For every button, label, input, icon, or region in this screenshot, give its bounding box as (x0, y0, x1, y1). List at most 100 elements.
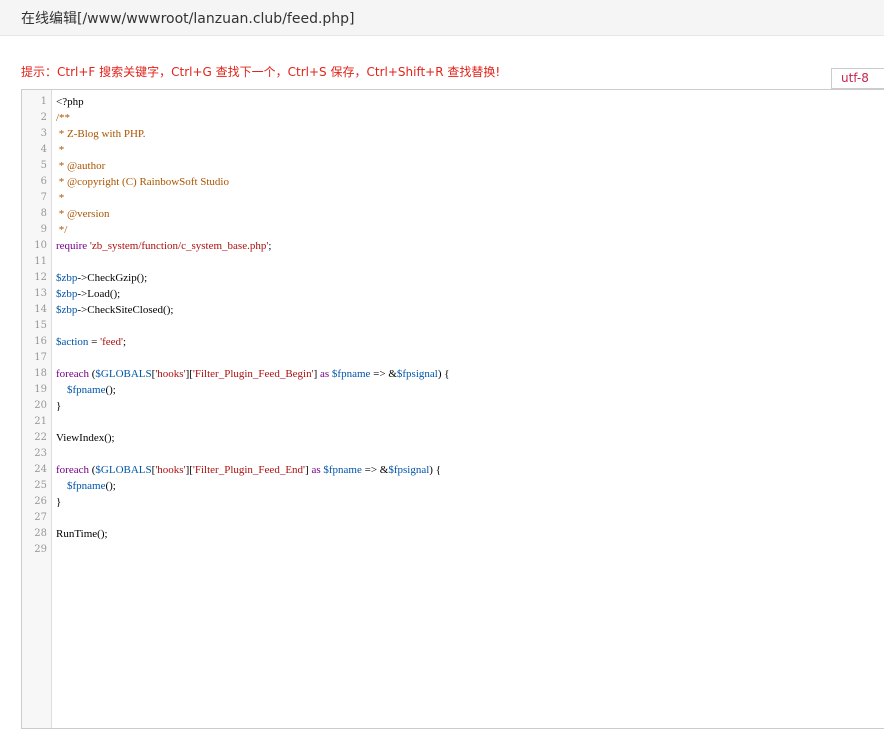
code-line: $action = 'feed'; (56, 334, 884, 350)
code-line: } (56, 398, 884, 414)
code-token: * @author (56, 160, 106, 172)
line-number: 19 (34, 384, 47, 395)
code-token: ][ (185, 464, 193, 476)
code-line: * @copyright (C) RainbowSoft Studio (56, 174, 884, 190)
code-line: <?php (56, 94, 884, 110)
code-line: $fpname(); (56, 478, 884, 494)
code-token: ; (123, 336, 127, 348)
encoding-selector[interactable]: utf-8 (831, 68, 884, 89)
code-token: $fpsignal (388, 464, 430, 476)
line-number: 2 (40, 112, 47, 123)
code-line: $zbp->Load(); (56, 286, 884, 302)
code-line: * (56, 190, 884, 206)
code-token: $zbp (56, 288, 78, 300)
code-token: * @copyright (C) RainbowSoft Studio (56, 176, 229, 188)
shortcut-hint: 提示：Ctrl+F 搜索关键字，Ctrl+G 查找下一个，Ctrl+S 保存，C… (21, 65, 501, 79)
code-token: * Z-Blog with PHP. (56, 128, 146, 140)
line-number: 8 (40, 208, 47, 219)
code-token: as (311, 464, 321, 476)
code-token: ; (268, 240, 272, 252)
code-token: 'feed' (100, 336, 124, 348)
code-line: $fpname(); (56, 382, 884, 398)
code-line: * (56, 142, 884, 158)
line-number: 18 (34, 368, 47, 379)
code-token: 'Filter_Plugin_Feed_End' (192, 464, 306, 476)
code-line: * @version (56, 206, 884, 222)
line-number: 1 (40, 96, 47, 107)
code-token: } (56, 400, 62, 412)
line-number: 26 (34, 496, 47, 507)
code-token: (); (105, 384, 116, 396)
code-editor[interactable]: 1 2 3 4 5 6 7 8 9 10 11 12 13 14 15 16 17 18 19 20 21 22 23 24 2… (21, 89, 884, 729)
code-token: <?php (56, 96, 84, 108)
code-line: } (56, 494, 884, 510)
code-token: $GLOBALS (95, 464, 152, 476)
line-number: 9 (40, 224, 47, 235)
code-token: ][ (185, 368, 193, 380)
code-token: $fpname (67, 384, 106, 396)
code-token: * @version (56, 208, 110, 220)
code-token: => & (361, 464, 389, 476)
code-line: $zbp->CheckSiteClosed(); (56, 302, 884, 318)
line-number: 13 (34, 288, 47, 299)
line-number: 14 (34, 304, 47, 315)
line-number: 22 (34, 432, 47, 443)
code-token: * (56, 192, 65, 204)
code-token: RunTime(); (56, 528, 108, 540)
line-number: 4 (40, 144, 47, 155)
line-number: 12 (34, 272, 47, 283)
code-token: require (56, 240, 88, 252)
code-token: $zbp (56, 272, 78, 284)
code-line: * @author (56, 158, 884, 174)
line-number: 25 (34, 480, 47, 491)
code-line: * Z-Blog with PHP. (56, 126, 884, 142)
code-token: $fpname (323, 464, 362, 476)
line-number: 6 (40, 176, 47, 187)
code-token: /** (56, 112, 71, 124)
code-line: /** (56, 110, 884, 126)
line-number: 28 (34, 528, 47, 539)
code-line: foreach ($GLOBALS['hooks']['Filter_Plugi… (56, 462, 884, 478)
window-titlebar: 在线编辑[/www/wwwroot/lanzuan.club/feed.php] (0, 0, 884, 36)
code-token: => & (370, 368, 397, 380)
code-token: ) { (429, 464, 441, 476)
code-token: 'hooks' (155, 464, 186, 476)
line-number: 23 (34, 448, 47, 459)
code-token: foreach (56, 368, 89, 380)
code-token: ->CheckSiteClosed(); (77, 304, 174, 316)
page-title: 在线编辑[/www/wwwroot/lanzuan.club/feed.php] (21, 11, 355, 27)
line-number: 3 (40, 128, 47, 139)
code-token: $action (56, 336, 89, 348)
code-line: */ (56, 222, 884, 238)
line-number: 5 (40, 160, 47, 171)
code-token: 'zb_system/function/c_system_base.php' (89, 240, 269, 252)
code-token: $zbp (56, 304, 78, 316)
code-token: * (56, 144, 65, 156)
line-number: 27 (34, 512, 47, 523)
code-token: } (56, 496, 62, 508)
code-token: $fpname (67, 480, 106, 492)
code-token: $fpsignal (396, 368, 438, 380)
line-number-gutter: 1 2 3 4 5 6 7 8 9 10 11 12 13 14 15 16 17 18 19 20 21 22 23 24 2… (22, 90, 52, 728)
line-number: 10 (34, 240, 47, 251)
line-number: 16 (34, 336, 47, 347)
code-area[interactable]: <?php/** * Z-Blog with PHP. * * @author … (56, 90, 884, 728)
code-token: foreach (56, 464, 89, 476)
code-token: */ (56, 224, 68, 236)
code-token: 'hooks' (155, 368, 186, 380)
code-token: ->Load(); (77, 288, 121, 300)
line-number: 11 (34, 256, 47, 267)
code-token: $GLOBALS (95, 368, 152, 380)
line-number: 17 (34, 352, 47, 363)
code-line: $zbp->CheckGzip(); (56, 270, 884, 286)
code-token: as (320, 368, 330, 380)
code-line: require 'zb_system/function/c_system_bas… (56, 238, 884, 254)
